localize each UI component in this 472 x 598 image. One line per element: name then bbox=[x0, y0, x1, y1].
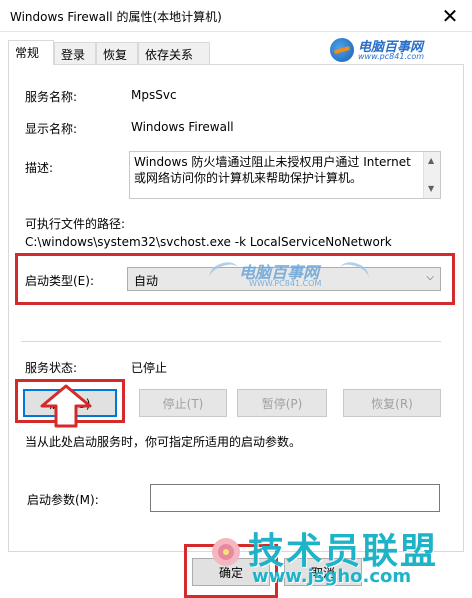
arrow-up-icon bbox=[40, 384, 92, 428]
exe-path-label: 可执行文件的路径: bbox=[25, 217, 126, 231]
pause-button[interactable]: 暂停(P) bbox=[237, 389, 327, 417]
startup-type-value: 自动 bbox=[134, 274, 159, 288]
service-name-label: 服务名称: bbox=[25, 90, 78, 104]
watermark-top-sub: www.pc841.com bbox=[358, 52, 425, 61]
startup-type-select[interactable]: 自动 ⌵ bbox=[127, 267, 441, 291]
title-bar: Windows Firewall 的属性(本地计算机) ✕ bbox=[0, 0, 472, 32]
tab-general[interactable]: 常规 bbox=[8, 40, 54, 65]
startup-type-label: 启动类型(E): bbox=[25, 274, 94, 288]
service-status-label: 服务状态: bbox=[25, 361, 78, 375]
scroll-down-icon[interactable]: ▼ bbox=[428, 181, 434, 197]
tab-dependencies[interactable]: 依存关系 bbox=[138, 42, 210, 64]
stop-button[interactable]: 停止(T) bbox=[139, 389, 227, 417]
section-divider bbox=[21, 341, 441, 342]
description-scrollbar[interactable]: ▲ ▼ bbox=[423, 152, 440, 198]
description-text: Windows 防火墙通过阻止未授权用户通过 Internet 或网络访问你的计… bbox=[134, 155, 411, 185]
display-name-label: 显示名称: bbox=[25, 122, 78, 136]
start-params-label: 启动参数(M): bbox=[27, 493, 99, 507]
service-status-value: 已停止 bbox=[131, 361, 168, 375]
watermark-logo-top: 电脑百事网 www.pc841.com bbox=[330, 36, 450, 64]
exe-path-value: C:\windows\system32\svchost.exe -k Local… bbox=[25, 235, 392, 249]
ok-button[interactable]: 确定 bbox=[192, 558, 270, 586]
description-box[interactable]: Windows 防火墙通过阻止未授权用户通过 Internet 或网络访问你的计… bbox=[129, 151, 441, 199]
chevron-down-icon: ⌵ bbox=[426, 272, 434, 283]
general-panel: 服务名称: MpsSvc 显示名称: Windows Firewall 描述: … bbox=[8, 64, 464, 552]
start-params-hint: 当从此处启动服务时，你可指定所适用的启动参数。 bbox=[25, 435, 302, 449]
cancel-button[interactable]: 取消 bbox=[284, 558, 362, 586]
start-params-input[interactable] bbox=[150, 484, 440, 512]
tab-logon[interactable]: 登录 bbox=[54, 42, 96, 64]
close-button[interactable]: ✕ bbox=[428, 0, 472, 32]
service-name-value: MpsSvc bbox=[131, 88, 177, 102]
display-name-value: Windows Firewall bbox=[131, 120, 234, 134]
window-title: Windows Firewall 的属性(本地计算机) bbox=[10, 10, 222, 24]
description-label: 描述: bbox=[25, 161, 54, 175]
scroll-up-icon[interactable]: ▲ bbox=[428, 153, 434, 169]
watermark-logo-icon bbox=[330, 38, 354, 62]
resume-button[interactable]: 恢复(R) bbox=[343, 389, 441, 417]
tab-recovery[interactable]: 恢复 bbox=[96, 42, 138, 64]
